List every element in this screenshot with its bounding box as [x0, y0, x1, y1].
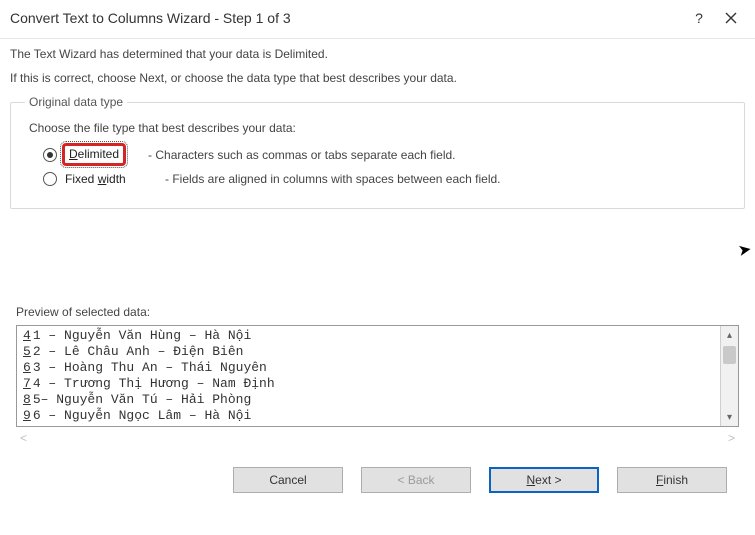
option-fixed-width[interactable]: Fixed width - Fields are aligned in colu… [43, 172, 730, 186]
close-icon [725, 12, 737, 24]
scroll-right-icon[interactable]: > [728, 431, 735, 445]
list-item: 63 – Hoàng Thu An – Thái Nguyên [23, 360, 720, 376]
finish-button[interactable]: Finish [617, 467, 727, 493]
wizard-body: The Text Wizard has determined that your… [0, 47, 755, 493]
list-item: 96 – Nguyễn Ngọc Lâm – Hà Nội [23, 408, 720, 424]
close-button[interactable] [715, 6, 747, 30]
help-button[interactable]: ? [683, 6, 715, 30]
radio-icon [43, 148, 57, 162]
horizontal-scrollbar[interactable]: < > [16, 427, 739, 449]
preview-box: 41 – Nguyễn Văn Hùng – Hà Nội 52 – Lê Ch… [16, 325, 739, 427]
next-button[interactable]: Next > [489, 467, 599, 493]
option-delimited-desc: - Characters such as commas or tabs sepa… [148, 148, 455, 162]
option-fixed-width-desc: - Fields are aligned in columns with spa… [165, 172, 501, 186]
titlebar: Convert Text to Columns Wizard - Step 1 … [0, 0, 755, 36]
scroll-left-icon[interactable]: < [20, 431, 27, 445]
group-legend: Original data type [25, 95, 127, 109]
list-item: 41 – Nguyễn Văn Hùng – Hà Nội [23, 328, 720, 344]
intro-line-2: If this is correct, choose Next, or choo… [10, 71, 745, 85]
scroll-up-icon[interactable]: ▴ [721, 326, 738, 344]
intro-line-1: The Text Wizard has determined that your… [10, 47, 745, 61]
preview-label: Preview of selected data: [16, 305, 745, 319]
list-item: 85– Nguyễn Văn Tú – Hải Phòng [23, 392, 720, 408]
radio-icon [43, 172, 57, 186]
vertical-scrollbar[interactable]: ▴ ▾ [720, 326, 738, 426]
window-title: Convert Text to Columns Wizard - Step 1 … [10, 10, 683, 26]
choose-text: Choose the file type that best describes… [29, 121, 730, 135]
button-row: Cancel < Back Next > Finish [10, 449, 745, 493]
option-fixed-width-label: Fixed width [65, 172, 143, 186]
list-item: 74 – Trương Thị Hương – Nam Định [23, 376, 720, 392]
divider [0, 38, 755, 39]
scroll-down-icon[interactable]: ▾ [721, 408, 738, 426]
original-data-type-group: Original data type Choose the file type … [10, 95, 745, 209]
back-button: < Back [361, 467, 471, 493]
cursor-icon: ➤ [736, 239, 753, 261]
preview-list: 41 – Nguyễn Văn Hùng – Hà Nội 52 – Lê Ch… [17, 326, 720, 426]
scroll-thumb[interactable] [723, 346, 736, 364]
option-delimited[interactable]: Delimited - Characters such as commas or… [43, 143, 730, 166]
option-delimited-label: Delimited [62, 143, 126, 166]
list-item: 52 – Lê Châu Anh – Điện Biên [23, 344, 720, 360]
cancel-button[interactable]: Cancel [233, 467, 343, 493]
